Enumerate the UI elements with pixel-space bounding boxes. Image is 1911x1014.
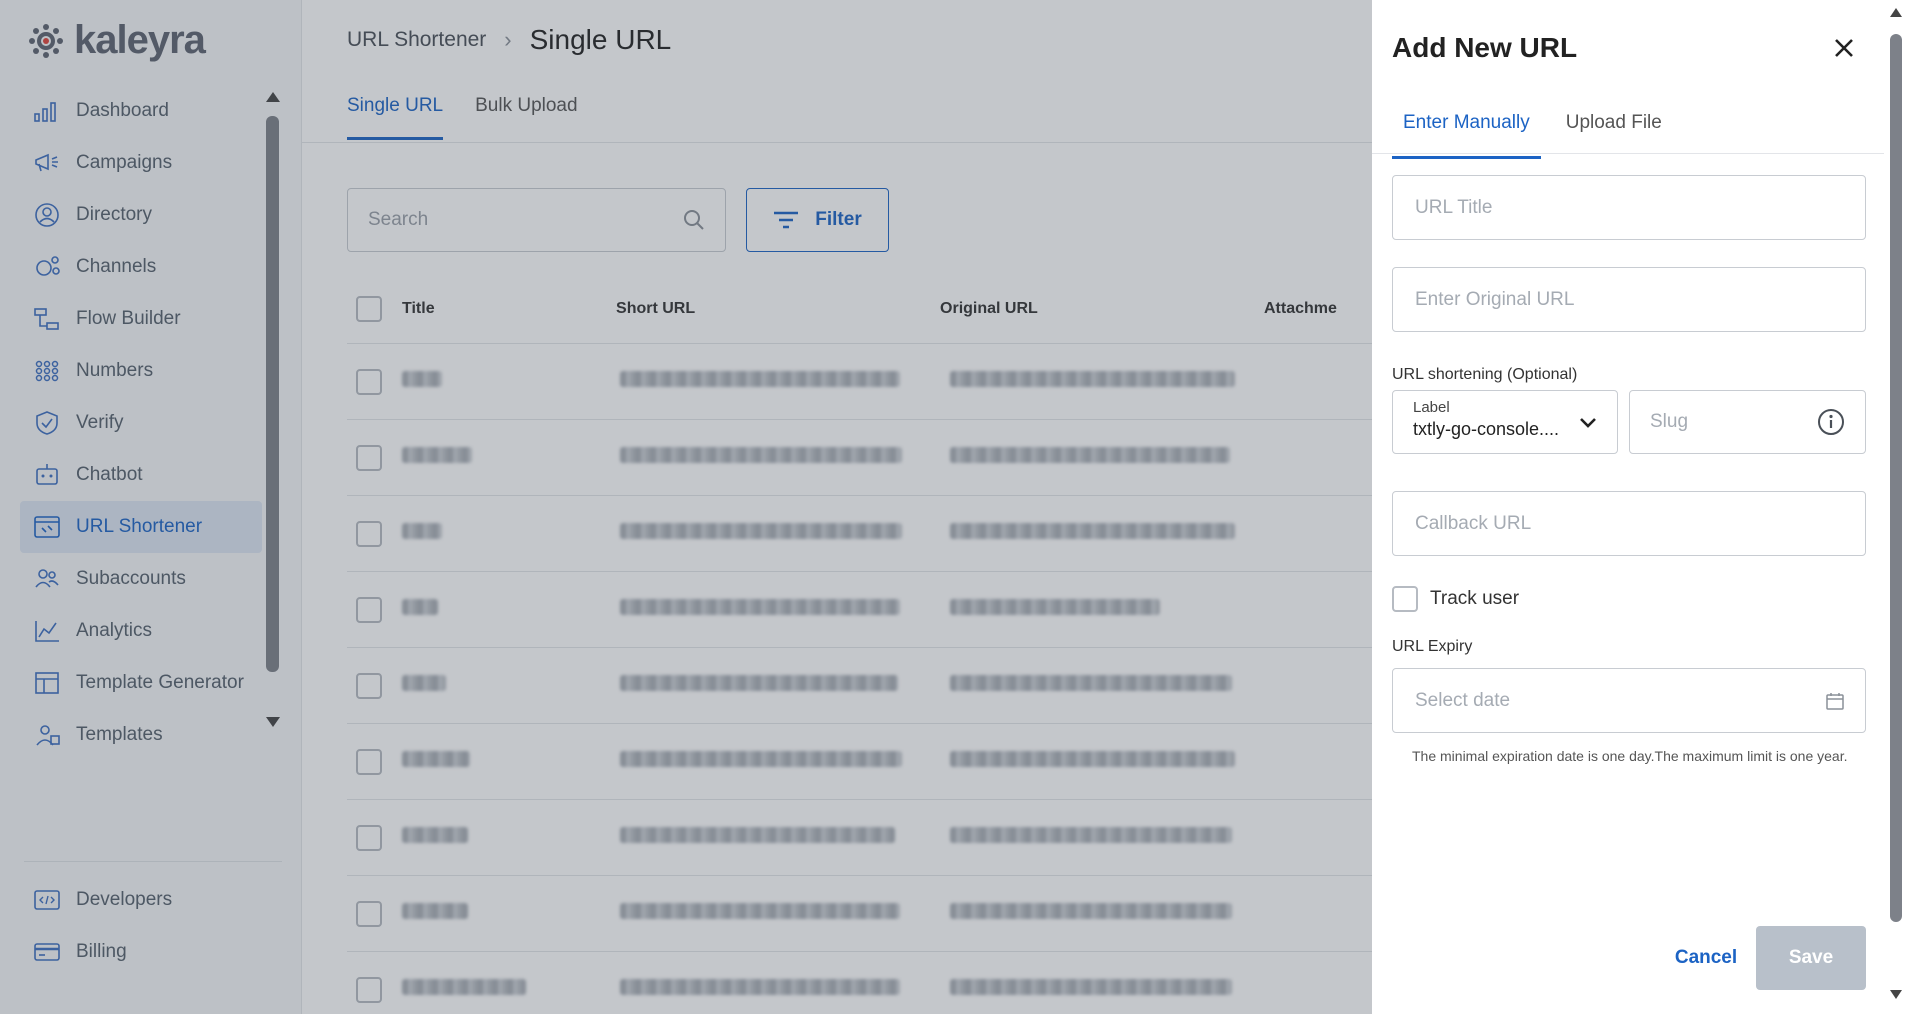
url-expiry-label: URL Expiry: [1392, 638, 1473, 655]
drawer-scroll-down-arrow[interactable]: [1890, 990, 1902, 999]
track-user-row[interactable]: Track user: [1392, 586, 1519, 612]
close-icon[interactable]: [1830, 34, 1858, 62]
label-select[interactable]: Label txtly-go-console....: [1392, 390, 1618, 454]
modal-backdrop[interactable]: [0, 0, 1372, 1014]
url-title-field[interactable]: URL Title: [1392, 175, 1866, 240]
callback-url-placeholder: Callback URL: [1415, 512, 1532, 534]
url-shortening-label: URL shortening (Optional): [1392, 366, 1578, 383]
expiry-hint-text: The minimal expiration date is one day.T…: [1412, 748, 1848, 764]
drawer-scrollbar[interactable]: [1890, 34, 1902, 922]
tab-enter-manually[interactable]: Enter Manually: [1392, 106, 1541, 159]
save-button[interactable]: Save: [1756, 926, 1866, 990]
calendar-icon: [1826, 692, 1844, 710]
drawer-tabs: Enter Manually Upload File: [1392, 106, 1673, 159]
track-user-label: Track user: [1430, 588, 1520, 609]
drawer-tabs-divider: [1372, 153, 1884, 154]
label-select-caption: Label: [1413, 399, 1450, 416]
chevron-down-icon: [1580, 418, 1596, 428]
slug-field[interactable]: Slug: [1629, 390, 1866, 454]
url-title-placeholder: URL Title: [1415, 196, 1493, 218]
original-url-field[interactable]: Enter Original URL: [1392, 267, 1866, 332]
drawer-scroll-up-arrow[interactable]: [1890, 8, 1902, 17]
original-url-placeholder: Enter Original URL: [1415, 288, 1575, 310]
info-icon[interactable]: [1817, 408, 1845, 436]
tab-upload-file[interactable]: Upload File: [1555, 106, 1673, 159]
expiry-date-picker[interactable]: Select date: [1392, 668, 1866, 733]
date-placeholder: Select date: [1415, 689, 1511, 711]
callback-url-field[interactable]: Callback URL: [1392, 491, 1866, 556]
slug-placeholder: Slug: [1650, 411, 1689, 432]
drawer-title: Add New URL: [1392, 32, 1578, 63]
add-url-drawer: Add New URL Enter Manually Upload File U…: [1372, 0, 1911, 1014]
label-select-value: txtly-go-console....: [1413, 419, 1560, 439]
cancel-button[interactable]: Cancel: [1661, 926, 1751, 990]
track-user-checkbox[interactable]: [1392, 586, 1418, 612]
